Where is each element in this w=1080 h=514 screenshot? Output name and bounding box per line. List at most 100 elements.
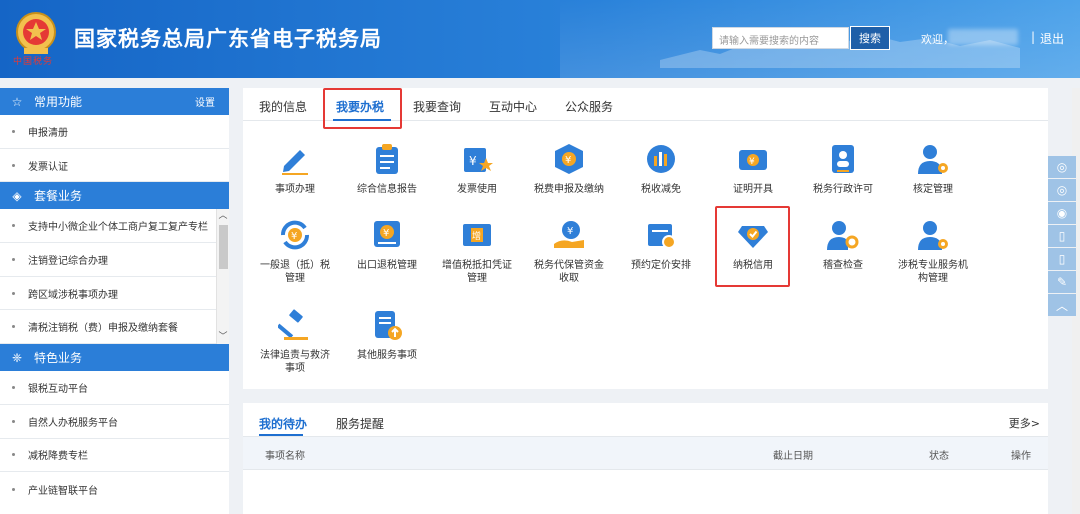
feedback-icon[interactable]: ✎: [1048, 271, 1076, 293]
tax-emblem-icon: [16, 12, 56, 54]
sidebar-item[interactable]: 申报清册: [0, 115, 229, 149]
bullet-icon: [12, 385, 15, 389]
id-card-icon: [832, 145, 854, 173]
user-name-redacted: [948, 29, 1018, 45]
service-pricing-arrangement[interactable]: 预约定价安排: [617, 218, 705, 272]
grid-icon: ❈: [11, 350, 23, 365]
service-certificate[interactable]: ¥ 证明开具: [709, 142, 797, 196]
service-info-report[interactable]: 综合信息报告: [343, 142, 431, 196]
sidebar-item[interactable]: 银税互动平台: [0, 371, 229, 405]
svg-text:¥: ¥: [565, 155, 571, 166]
svg-text:¥: ¥: [749, 157, 755, 167]
float-toolbar: ◎ ◎ ◉ ▯ ▯ ✎ ︿: [1048, 156, 1076, 317]
section-special: ❈ 特色业务: [0, 344, 229, 372]
bullet-icon: [12, 291, 15, 295]
tab-my-todo[interactable]: 我的待办: [259, 415, 307, 432]
sidebar-item[interactable]: 跨区域涉税事项办理: [0, 277, 229, 311]
sidebar-item[interactable]: 发票认证: [0, 149, 229, 183]
bullet-icon: [12, 487, 15, 491]
bullet-icon: [12, 257, 15, 261]
certificate-ticket-icon: ¥: [739, 150, 767, 170]
invoice-star-icon: ¥: [464, 148, 493, 172]
sidebar-item[interactable]: 减税降费专栏: [0, 439, 229, 473]
layers-icon: ◈: [12, 188, 22, 203]
sidebar-item[interactable]: 清税注销税（费）申报及缴纳套餐: [0, 310, 229, 345]
col-action: 操作: [1011, 451, 1031, 462]
bullet-icon: [12, 453, 15, 457]
tablet-icon[interactable]: ▯: [1048, 248, 1076, 270]
sidebar-item[interactable]: 产业链智联平台: [0, 472, 229, 506]
vat-ticket-icon: 增: [463, 224, 491, 246]
gavel-icon: [276, 309, 308, 340]
service-tax-relief[interactable]: 税收减免: [617, 142, 705, 196]
section-title: 套餐业务: [34, 189, 83, 204]
logout-link[interactable]: 退出: [1040, 30, 1064, 47]
section-common-functions: ☆ 常用功能 设置: [0, 88, 229, 115]
col-item-name: 事项名称: [265, 451, 305, 462]
scroll-thumb[interactable]: [219, 225, 228, 270]
inspector-search-icon: [827, 221, 859, 250]
service-fund-custody[interactable]: ¥ 税务代保管资金 收取: [525, 218, 613, 285]
sidebar: ☆ 常用功能 设置 申报清册 发票认证 ◈ 套餐业务 支持中小微企业个体工商户复…: [0, 88, 229, 514]
back-to-top-icon[interactable]: ︿: [1048, 294, 1076, 316]
chat-icon[interactable]: ◎: [1048, 156, 1076, 178]
service-matters[interactable]: 事项办理: [251, 142, 339, 196]
tab-interaction[interactable]: 互动中心: [489, 98, 537, 115]
header-separator: |: [1031, 30, 1036, 44]
service-legal-remedy[interactable]: 法律追责与救济 事项: [251, 308, 339, 375]
money-bag-hand-icon: ¥: [554, 221, 584, 248]
yuan-document-icon: ¥: [374, 221, 400, 247]
star-icon: ☆: [11, 94, 23, 109]
scroll-down-icon[interactable]: ﹀: [217, 330, 229, 344]
mobile-icon[interactable]: ▯: [1048, 225, 1076, 247]
service-assessment[interactable]: 核定管理: [889, 142, 977, 196]
search-input[interactable]: 请输入需要搜索的内容: [712, 27, 849, 49]
globe-bars-icon: [647, 145, 675, 173]
sidebar-item[interactable]: 注销登记综合办理: [0, 243, 229, 277]
col-deadline: 截止日期: [773, 451, 813, 462]
bullet-icon: [12, 224, 15, 228]
scroll-up-icon[interactable]: ︿: [217, 209, 229, 223]
service-agency-management[interactable]: 涉税专业服务机 构管理: [889, 218, 977, 285]
service-admin-license[interactable]: 税务行政许可: [799, 142, 887, 196]
col-status: 状态: [929, 451, 949, 462]
service-vat-deduction[interactable]: 增 增值税抵扣凭证 管理: [433, 218, 521, 285]
todo-panel: 我的待办 服务提醒 更多> 事项名称 截止日期 状态 操作: [243, 403, 1048, 514]
wechat-icon[interactable]: ◎: [1048, 179, 1076, 201]
more-link[interactable]: 更多>: [1009, 415, 1040, 431]
user-gear-icon: [918, 221, 948, 250]
cube-yuan-icon: ¥: [555, 144, 583, 174]
calendar-clock-icon: [648, 224, 676, 249]
service-other[interactable]: 其他服务事项: [343, 308, 431, 362]
tab-public-service[interactable]: 公众服务: [565, 98, 613, 115]
tax-credit-highlight-box: [715, 206, 790, 287]
settings-link[interactable]: 设置: [195, 94, 215, 109]
tab-my-info[interactable]: 我的信息: [259, 98, 307, 115]
site-header: 中国税务 国家税务总局广东省电子税务局 请输入需要搜索的内容 搜索 欢迎， | …: [0, 0, 1080, 78]
service-inspection[interactable]: 稽查检查: [799, 218, 887, 272]
svg-text:¥: ¥: [291, 231, 297, 242]
svg-text:¥: ¥: [383, 228, 389, 239]
service-declare-pay[interactable]: ¥ 税费申报及缴纳: [525, 142, 613, 196]
service-export-refund[interactable]: ¥ 出口退税管理: [343, 218, 431, 272]
bullet-icon: [12, 163, 15, 167]
section-title: 常用功能: [34, 95, 83, 109]
service-invoice[interactable]: ¥ 发票使用: [433, 142, 521, 196]
weibo-icon[interactable]: ◉: [1048, 202, 1076, 224]
tab-query[interactable]: 我要查询: [413, 98, 461, 115]
svg-text:¥: ¥: [469, 154, 477, 168]
section-package: ◈ 套餐业务: [0, 182, 229, 210]
service-refund[interactable]: ¥ 一般退（抵）税 管理: [251, 218, 339, 285]
sidebar-item[interactable]: 自然人办税服务平台: [0, 405, 229, 439]
bullet-icon: [12, 129, 15, 133]
tab-highlight-box: [323, 88, 402, 129]
refund-cycle-icon: ¥: [280, 220, 310, 250]
package-scrollbar[interactable]: ︿ ﹀: [216, 209, 229, 345]
clipboard-icon: [376, 144, 398, 174]
user-gear-icon: [918, 145, 948, 174]
search-button[interactable]: 搜索: [850, 26, 890, 50]
bullet-icon: [12, 419, 15, 423]
emblem-text: 中国税务: [13, 57, 54, 67]
sidebar-item[interactable]: 支持中小微企业个体工商户复工复产专栏: [0, 209, 229, 244]
tab-service-reminder[interactable]: 服务提醒: [336, 415, 384, 432]
